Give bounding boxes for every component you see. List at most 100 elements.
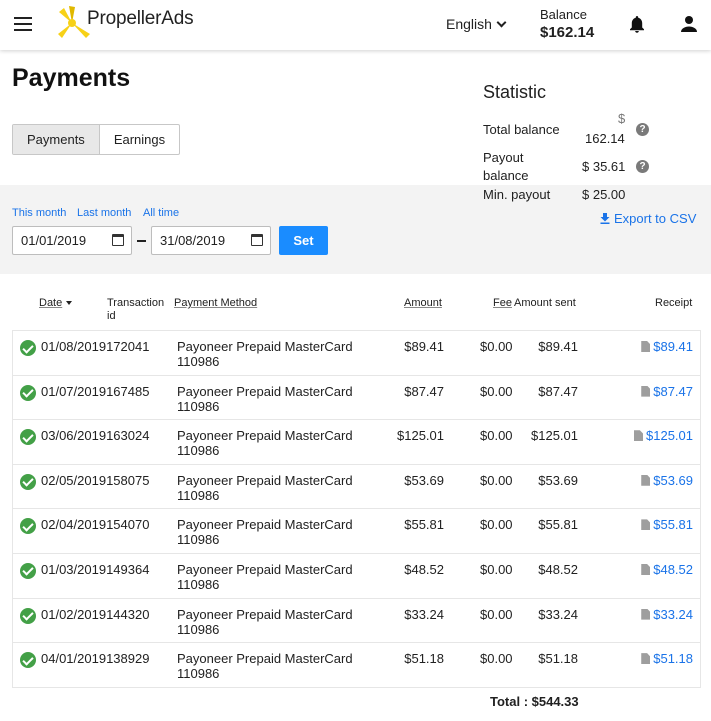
export-csv-link[interactable]: Export to CSV xyxy=(600,211,696,226)
date-transaction-cell: 01/07/2019167485 xyxy=(41,383,150,399)
fee-cell: $0.00 xyxy=(480,339,513,354)
bell-icon[interactable] xyxy=(627,14,647,34)
document-icon xyxy=(641,385,651,397)
document-icon xyxy=(641,653,651,665)
amount-sent-cell: $51.18 xyxy=(538,651,578,667)
column-header-amount[interactable]: Amount xyxy=(404,297,442,310)
language-select[interactable]: English xyxy=(446,16,507,32)
receipt-amount: $125.01 xyxy=(646,428,693,444)
calendar-icon[interactable] xyxy=(251,234,263,246)
amount-sent-cell: $55.81 xyxy=(538,517,578,533)
date-transaction-cell: 01/02/2019144320 xyxy=(41,606,150,622)
date-header-label: Date xyxy=(39,297,63,309)
min-payout-label: Min. payout xyxy=(483,187,551,202)
amount-cell: $87.47 xyxy=(404,383,444,399)
amount-cell: $89.41 xyxy=(404,339,444,354)
set-button[interactable]: Set xyxy=(279,226,328,255)
calendar-icon[interactable] xyxy=(112,234,124,246)
column-header-payment-method[interactable]: Payment Method xyxy=(174,297,257,310)
amount-sent-cell: $33.24 xyxy=(538,606,578,622)
payment-method-name: Payoneer Prepaid MasterCard xyxy=(177,517,353,533)
payment-method-cell: Payoneer Prepaid MasterCard 110986 xyxy=(177,473,377,503)
receipt-link[interactable]: $125.01 xyxy=(634,428,693,443)
column-header-fee[interactable]: Fee xyxy=(493,297,512,310)
filter-this-month[interactable]: This month xyxy=(12,207,66,219)
receipt-link[interactable]: $55.81 xyxy=(641,517,693,532)
payment-method-name: Payoneer Prepaid MasterCard xyxy=(177,561,353,577)
success-check-icon xyxy=(20,518,36,535)
fee-cell: $0.00 xyxy=(480,428,513,444)
download-icon xyxy=(600,213,610,224)
amount-cell: $53.69 xyxy=(404,472,444,488)
payments-earnings-toggle: Payments Earnings xyxy=(12,124,181,155)
document-icon xyxy=(641,519,651,531)
tab-earnings[interactable]: Earnings xyxy=(100,125,179,154)
payment-method-account: 110986 xyxy=(177,398,220,414)
table-row: 01/03/2019149364 Payoneer Prepaid Master… xyxy=(13,554,700,599)
receipt-link[interactable]: $53.69 xyxy=(641,473,693,488)
user-icon[interactable] xyxy=(679,14,699,34)
top-bar: PropellerAds English Balance $162.14 xyxy=(0,0,711,50)
amount-cell: $55.81 xyxy=(404,517,444,533)
payment-method-cell: Payoneer Prepaid MasterCard 110986 xyxy=(177,517,377,547)
help-icon[interactable]: ? xyxy=(636,160,649,173)
payment-method-name: Payoneer Prepaid MasterCard xyxy=(177,472,353,488)
receipt-amount: $87.47 xyxy=(653,383,693,399)
table-row: 02/05/2019158075 Payoneer Prepaid Master… xyxy=(13,465,700,510)
receipt-link[interactable]: $48.52 xyxy=(641,562,693,577)
date-transaction-cell: 02/05/2019158075 xyxy=(41,472,150,488)
payment-method-account: 110986 xyxy=(177,532,220,548)
fee-cell: $0.00 xyxy=(480,561,513,577)
document-icon xyxy=(641,608,651,620)
column-header-transaction-id: Transaction id xyxy=(107,297,164,323)
column-header-date[interactable]: Date xyxy=(39,297,73,310)
table-row: 01/08/2019172041 Payoneer Prepaid Master… xyxy=(13,331,700,376)
chevron-down-icon xyxy=(496,17,507,28)
table-total: Total : $544.33 xyxy=(490,694,579,709)
receipt-link[interactable]: $51.18 xyxy=(641,651,693,666)
payment-method-cell: Payoneer Prepaid MasterCard 110986 xyxy=(177,384,377,414)
success-check-icon xyxy=(20,429,36,446)
amount-cell: $48.52 xyxy=(404,561,444,577)
date-from-value: 01/01/2019 xyxy=(21,233,87,248)
payout-balance-label-line2: balance xyxy=(483,168,529,183)
sort-desc-icon xyxy=(66,301,73,306)
success-check-icon xyxy=(20,340,36,356)
payment-method-name: Payoneer Prepaid MasterCard xyxy=(177,428,353,444)
export-label: Export to CSV xyxy=(614,211,697,226)
receipt-link[interactable]: $33.24 xyxy=(641,607,693,622)
date-from-input[interactable]: 01/01/2019 xyxy=(12,226,132,255)
statistic-title: Statistic xyxy=(483,82,547,102)
payment-method-name: Payoneer Prepaid MasterCard xyxy=(177,606,353,622)
success-check-icon xyxy=(20,652,36,669)
tab-payments[interactable]: Payments xyxy=(13,125,100,154)
amount-sent-cell: $125.01 xyxy=(531,428,578,444)
table-row: 01/07/2019167485 Payoneer Prepaid Master… xyxy=(13,376,700,421)
payment-method-account: 110986 xyxy=(177,354,220,369)
help-icon[interactable]: ? xyxy=(636,123,649,136)
transaction-header-line1: Transaction xyxy=(107,297,165,309)
menu-icon[interactable] xyxy=(14,17,32,31)
filter-all-time[interactable]: All time xyxy=(143,207,179,219)
date-to-input[interactable]: 31/08/2019 xyxy=(151,226,271,255)
date-to-value: 31/08/2019 xyxy=(160,233,226,248)
payout-balance-value: $ 35.61 xyxy=(582,159,626,174)
date-transaction-cell: 01/08/2019172041 xyxy=(41,339,150,354)
payment-method-account: 110986 xyxy=(177,443,220,459)
document-icon xyxy=(641,341,651,352)
payment-method-name: Payoneer Prepaid MasterCard xyxy=(177,339,353,354)
receipt-amount: $89.41 xyxy=(653,339,693,354)
fee-cell: $0.00 xyxy=(480,651,513,667)
fee-cell: $0.00 xyxy=(480,472,513,488)
date-range-separator xyxy=(137,240,146,242)
receipt-link[interactable]: $87.47 xyxy=(641,384,693,399)
brand-name: PropellerAds xyxy=(87,8,194,29)
fee-cell: $0.00 xyxy=(480,606,513,622)
success-check-icon xyxy=(20,607,36,624)
receipt-link[interactable]: $89.41 xyxy=(641,339,693,354)
min-payout-value: $ 25.00 xyxy=(582,187,626,202)
fee-cell: $0.00 xyxy=(480,383,513,399)
receipt-amount: $48.52 xyxy=(653,561,693,577)
payment-method-account: 110986 xyxy=(177,621,220,637)
filter-last-month[interactable]: Last month xyxy=(77,207,131,219)
